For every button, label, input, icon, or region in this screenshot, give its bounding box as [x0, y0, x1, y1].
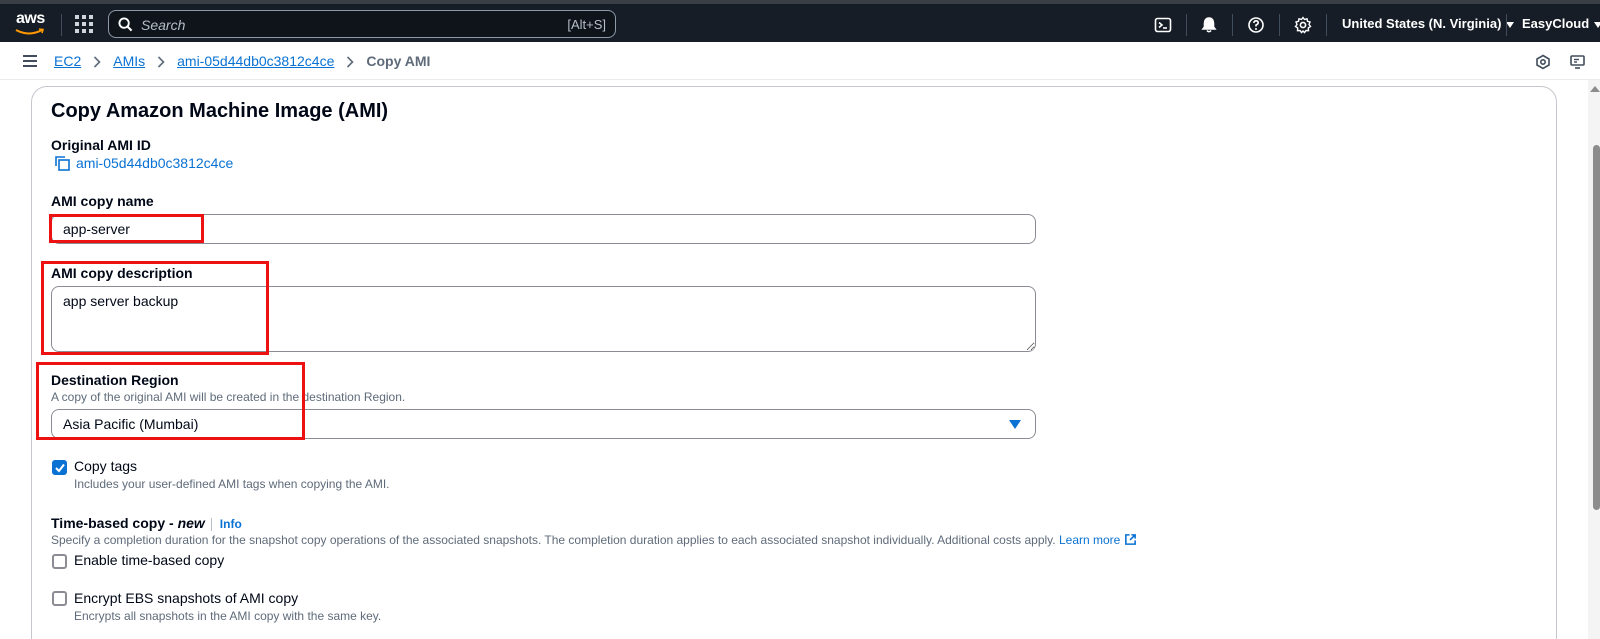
nav-divider — [1186, 14, 1187, 36]
breadcrumb-amis[interactable]: AMIs — [113, 53, 145, 69]
nav-divider — [1232, 14, 1233, 36]
services-grid-icon[interactable] — [75, 15, 93, 33]
time-based-copy-text: Specify a completion duration for the sn… — [51, 533, 1056, 547]
region-selector[interactable]: United States (N. Virginia) — [1342, 16, 1515, 31]
search-icon — [118, 17, 133, 32]
aws-logo-text: aws — [16, 10, 45, 27]
learn-more-text[interactable]: Learn more — [1059, 533, 1120, 547]
bell-icon[interactable] — [1200, 16, 1218, 34]
time-based-copy-checkbox-label[interactable]: Enable time-based copy — [74, 552, 224, 568]
time-based-copy-prefix: Time-based copy - — [51, 515, 178, 531]
learn-more-link[interactable]: Learn more — [1059, 533, 1137, 547]
nav-divider — [1326, 14, 1327, 36]
notification-panel-icon[interactable] — [1535, 54, 1551, 70]
page-title: Copy Amazon Machine Image (AMI) — [51, 100, 389, 122]
cloudshell-icon[interactable] — [1154, 16, 1172, 34]
chevron-right-icon — [93, 55, 101, 68]
checkmark-icon — [55, 463, 65, 473]
scroll-up-icon[interactable] — [1590, 86, 1600, 92]
copy-tags-label[interactable]: Copy tags — [74, 458, 137, 474]
search-input[interactable] — [141, 15, 521, 34]
copy-tags-description: Includes your user-defined AMI tags when… — [74, 477, 390, 491]
account-menu[interactable]: EasyCloud — [1522, 16, 1600, 31]
display-settings-icon[interactable] — [1570, 54, 1586, 70]
aws-smile-icon — [15, 28, 45, 35]
destination-region-value: Asia Pacific (Mumbai) — [63, 416, 199, 432]
external-link-icon[interactable] — [1124, 533, 1137, 546]
new-badge: new — [177, 515, 205, 531]
nav-divider — [61, 14, 62, 36]
region-label: United States (N. Virginia) — [1342, 16, 1502, 31]
time-based-copy-label: Time-based copy - new Info — [51, 515, 242, 531]
aws-logo[interactable]: aws — [14, 10, 48, 38]
encrypt-snapshots-description: Encrypts all snapshots in the AMI copy w… — [74, 609, 382, 623]
copy-ami-panel — [31, 86, 1557, 639]
destination-region-description: A copy of the original AMI will be creat… — [51, 390, 406, 404]
breadcrumb-current: Copy AMI — [366, 53, 431, 69]
divider — [210, 517, 212, 531]
caret-down-icon — [1594, 21, 1600, 28]
destination-region-select[interactable]: Asia Pacific (Mumbai) — [51, 409, 1036, 439]
top-navigation: aws [Alt+S] United States — [0, 0, 1600, 42]
encrypt-snapshots-checkbox[interactable] — [52, 591, 67, 606]
breadcrumb: EC2 AMIs ami-05d44db0c3812c4ce Copy AMI — [54, 53, 430, 69]
original-ami-label: Original AMI ID — [51, 137, 151, 153]
breadcrumb-ec2[interactable]: EC2 — [54, 53, 81, 69]
nav-divider — [1506, 14, 1507, 36]
chevron-right-icon — [346, 55, 354, 68]
breadcrumb-ami-id[interactable]: ami-05d44db0c3812c4ce — [177, 53, 334, 69]
ami-copy-name-label: AMI copy name — [51, 193, 154, 209]
menu-icon[interactable] — [23, 55, 37, 67]
original-ami-value[interactable]: ami-05d44db0c3812c4ce — [76, 155, 233, 171]
caret-down-icon — [1506, 21, 1515, 28]
nav-divider — [1279, 14, 1280, 36]
search-shortcut: [Alt+S] — [567, 17, 606, 32]
scrollbar-thumb[interactable] — [1593, 145, 1600, 510]
time-based-copy-description: Specify a completion duration for the sn… — [51, 533, 1137, 547]
ami-copy-name-input[interactable] — [51, 214, 1036, 244]
chevron-right-icon — [157, 55, 165, 68]
help-icon[interactable] — [1247, 16, 1265, 34]
time-based-copy-checkbox[interactable] — [52, 554, 67, 569]
copy-icon[interactable] — [54, 155, 70, 171]
ami-copy-description-label: AMI copy description — [51, 265, 193, 281]
account-label: EasyCloud — [1522, 16, 1590, 31]
ami-copy-description-input[interactable]: app server backup — [51, 286, 1036, 352]
destination-region-label: Destination Region — [51, 372, 179, 388]
encrypt-snapshots-label[interactable]: Encrypt EBS snapshots of AMI copy — [74, 590, 298, 606]
search-box[interactable]: [Alt+S] — [108, 10, 616, 38]
info-link[interactable]: Info — [220, 517, 242, 531]
breadcrumb-bar: EC2 AMIs ami-05d44db0c3812c4ce Copy AMI — [0, 42, 1600, 80]
gear-icon[interactable] — [1294, 16, 1312, 34]
caret-down-icon — [1009, 420, 1021, 429]
original-ami-link[interactable]: ami-05d44db0c3812c4ce — [54, 155, 233, 171]
copy-tags-checkbox[interactable] — [52, 460, 67, 475]
